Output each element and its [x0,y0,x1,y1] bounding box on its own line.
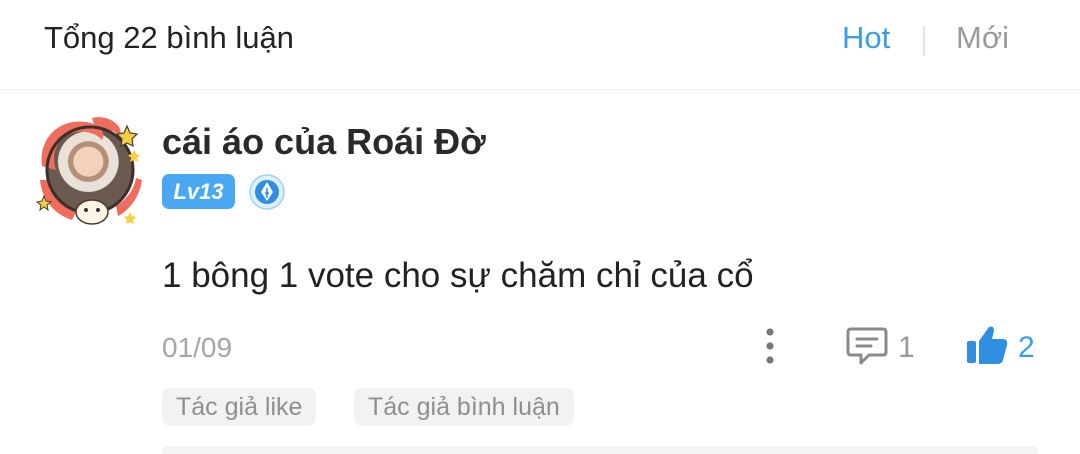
like-count: 2 [1018,331,1035,364]
comments-total-title: Tổng 22 bình luận [44,20,294,55]
sort-new-tab[interactable]: Mới [956,18,1009,58]
sort-hot-tab[interactable]: Hot [842,18,890,58]
tag-author-replied: Tác giả bình luận [354,388,574,426]
avatar-frame-icon [35,117,142,225]
comment-icon[interactable] [845,325,889,367]
more-vertical-icon[interactable] [758,326,782,366]
comment-text: 1 bông 1 vote cho sự chăm chỉ của cổ [162,256,754,295]
pen-badge-icon [249,174,285,210]
sort-divider [923,26,925,56]
comment-username[interactable]: cái áo của Roái Đờ [162,120,486,164]
comment-date: 01/09 [162,332,233,363]
thumbs-up-icon[interactable] [965,323,1009,367]
level-badge: Lv13 [162,174,235,209]
avatar[interactable] [30,110,150,230]
reply-preview-box [162,446,1038,454]
comments-header: Tổng 22 bình luận Hot Mới [0,0,1080,90]
tag-author-liked: Tác giả like [162,388,317,426]
reply-count: 1 [898,331,915,364]
